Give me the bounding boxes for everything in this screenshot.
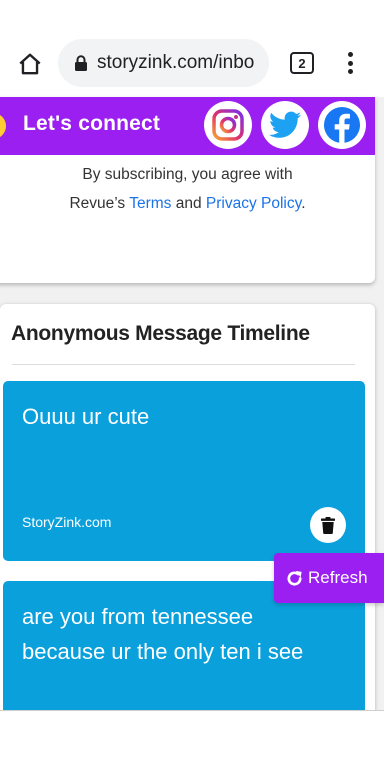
refresh-label: Refresh [308,568,368,587]
message-timeline-card: Anonymous Message Timeline Ouuu ur cute … [0,304,375,768]
message-footer: StoryZink.com [22,514,112,530]
delete-button[interactable] [310,507,346,543]
url-text: storyzink.com/inbo [97,52,255,73]
instagram-button[interactable] [204,101,252,149]
privacy-policy-link[interactable]: Privacy Policy [206,195,301,212]
message-text: are you from tennessee because ur the on… [22,604,304,664]
twitter-button[interactable] [261,101,309,149]
lock-icon [75,55,87,71]
terms-link[interactable]: Terms [129,195,171,212]
page: storyzink.com/inbo 2 Let's connect By su… [0,0,384,768]
instagram-icon [212,109,244,141]
more-menu-icon[interactable] [340,50,360,76]
divider [12,364,355,365]
tab-count: 2 [298,55,306,71]
browser-toolbar: storyzink.com/inbo 2 [0,0,384,97]
connect-bar: Let's connect [0,97,375,155]
timeline-title: Anonymous Message Timeline [11,322,310,345]
subscribe-card: Let's connect By subscribing, you agree … [0,97,375,283]
facebook-icon [324,107,360,143]
connect-label: Let's connect [23,112,161,135]
tab-switcher-button[interactable]: 2 [290,52,314,74]
message-card[interactable]: Ouuu ur cute StoryZink.com [3,381,365,561]
bottom-area [0,710,384,768]
disclaimer-line1: By subscribing, you agree with [82,166,293,183]
twitter-icon [269,111,301,138]
trash-icon [321,516,335,534]
facebook-button[interactable] [318,101,366,149]
subscribe-disclaimer: By subscribing, you agree with Revue’s T… [0,160,375,218]
home-icon[interactable] [16,50,44,78]
disclaimer-line2: Revue’s Terms and Privacy Policy. [69,195,306,212]
refresh-icon [287,570,302,586]
address-bar[interactable]: storyzink.com/inbo [58,39,269,87]
refresh-button[interactable]: Refresh [274,553,384,603]
smile-emoji-icon [0,113,6,139]
message-text: Ouuu ur cute [22,404,150,429]
